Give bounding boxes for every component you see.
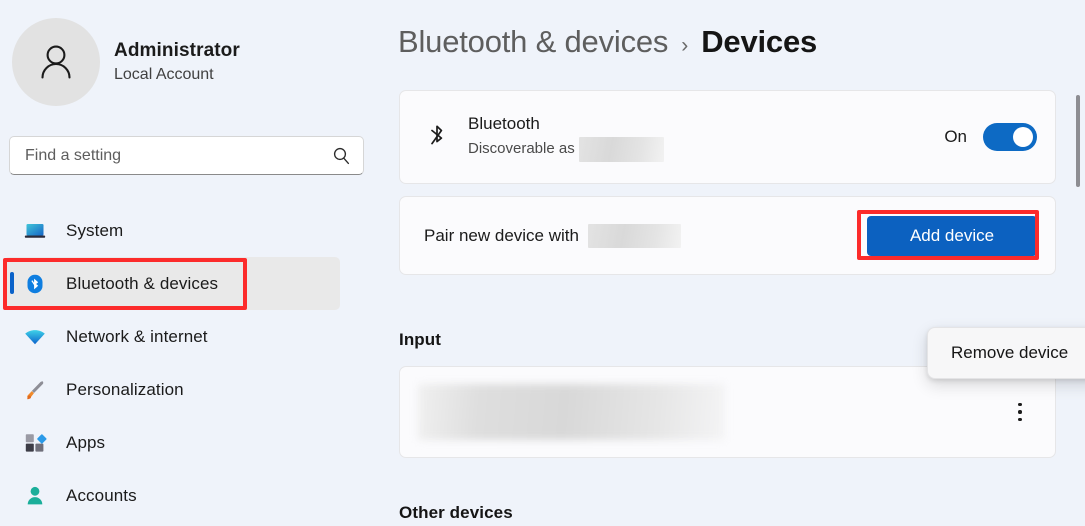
bluetooth-title: Bluetooth xyxy=(468,113,540,133)
input-device-card xyxy=(399,366,1056,458)
sidebar-nav: System Bluetooth & devices Network & int… xyxy=(0,204,390,522)
content-pane: Bluetooth & devices › Devices Bluetooth … xyxy=(390,0,1085,526)
toggle-knob xyxy=(1013,127,1033,147)
sidebar-item-bluetooth-devices[interactable]: Bluetooth & devices xyxy=(4,257,340,310)
input-device-row xyxy=(400,367,1055,457)
sidebar-item-label: Apps xyxy=(66,432,106,452)
pair-device-label: Pair new device with xyxy=(424,225,579,245)
kebab-dot xyxy=(1018,417,1022,422)
vertical-scrollbar[interactable] xyxy=(1072,86,1084,526)
blurred-device-name xyxy=(418,384,725,440)
sidebar-item-label: Bluetooth & devices xyxy=(66,273,219,293)
bluetooth-subtitle: Discoverable as xyxy=(468,136,664,162)
system-icon xyxy=(22,218,48,244)
bluetooth-card: Bluetooth Discoverable as On xyxy=(399,90,1056,184)
sidebar-item-system[interactable]: System xyxy=(4,204,340,257)
bluetooth-glyph-icon xyxy=(420,122,454,152)
remove-device-label: Remove device xyxy=(951,343,1069,362)
remove-device-flyout[interactable]: Remove device xyxy=(927,327,1085,379)
scrollbar-thumb[interactable] xyxy=(1076,95,1080,187)
account-subtitle: Local Account xyxy=(114,66,214,83)
pair-device-row: Pair new device with Add device xyxy=(400,197,1055,274)
kebab-dot xyxy=(1018,410,1022,414)
kebab-dot xyxy=(1018,402,1022,407)
breadcrumb-parent[interactable]: Bluetooth & devices xyxy=(398,24,668,60)
sidebar-item-network-internet[interactable]: Network & internet xyxy=(4,310,340,363)
search-placeholder: Find a setting xyxy=(25,146,122,164)
sidebar-item-personalization[interactable]: Personalization xyxy=(4,363,340,416)
bluetooth-toggle-group: On xyxy=(944,123,1037,151)
bluetooth-texts: Bluetooth Discoverable as xyxy=(468,113,664,162)
pair-actions: Add device xyxy=(867,215,1037,256)
discoverable-label: Discoverable as xyxy=(468,140,575,157)
person-icon xyxy=(41,45,71,79)
avatar xyxy=(12,18,100,106)
account-name: Administrator xyxy=(114,40,240,61)
sidebar-item-accounts[interactable]: Accounts xyxy=(4,469,340,522)
selection-indicator xyxy=(10,272,14,294)
input-section-heading: Input xyxy=(399,330,442,349)
sidebar-item-label: System xyxy=(66,220,124,240)
breadcrumb: Bluetooth & devices › Devices xyxy=(398,24,817,60)
bluetooth-toggle[interactable] xyxy=(983,123,1037,151)
pair-device-card: Pair new device with Add device xyxy=(399,196,1056,275)
sidebar-item-apps[interactable]: Apps xyxy=(4,416,340,469)
settings-window: Administrator Local Account Find a setti… xyxy=(0,0,1085,526)
redacted-pc-name xyxy=(587,223,681,248)
accounts-icon xyxy=(22,483,48,509)
kebab-menu-icon[interactable] xyxy=(1007,397,1033,427)
sidebar-item-label: Network & internet xyxy=(66,326,208,346)
search-icon xyxy=(332,146,351,165)
apps-icon xyxy=(22,430,48,456)
page-title: Devices xyxy=(701,24,818,59)
personalization-icon xyxy=(22,377,48,403)
account-block[interactable]: Administrator Local Account xyxy=(12,18,240,106)
bluetooth-row: Bluetooth Discoverable as On xyxy=(400,91,1055,183)
bluetooth-icon xyxy=(22,271,48,297)
network-icon xyxy=(22,324,48,350)
sidebar-item-label: Accounts xyxy=(66,485,137,505)
redacted-device-name xyxy=(578,136,664,162)
search-input[interactable]: Find a setting xyxy=(9,136,364,175)
other-devices-heading: Other devices xyxy=(399,503,513,522)
toggle-state-label: On xyxy=(944,127,967,146)
chevron-right-icon: › xyxy=(681,34,689,57)
sidebar: Administrator Local Account Find a setti… xyxy=(0,0,390,526)
account-text: Administrator Local Account xyxy=(114,39,240,85)
add-device-button[interactable]: Add device xyxy=(867,215,1037,256)
sidebar-item-label: Personalization xyxy=(66,379,184,399)
